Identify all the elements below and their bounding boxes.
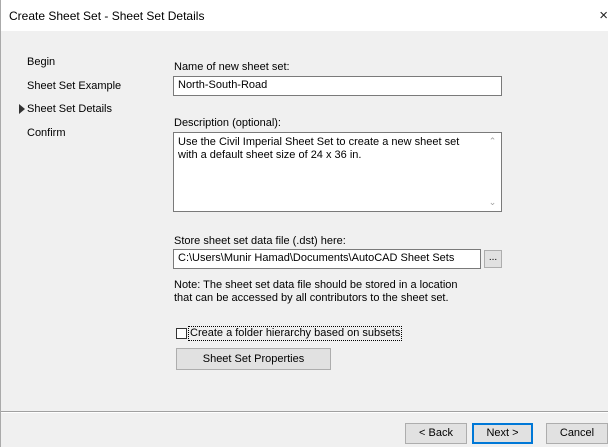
window-title: Create Sheet Set - Sheet Set Details	[9, 9, 205, 23]
sheet-set-name-label: Name of new sheet set:	[174, 61, 290, 73]
sheet-set-name-input[interactable]: North-South-Road	[173, 76, 502, 96]
store-location-input[interactable]: C:\Users\Munir Hamad\Documents\AutoCAD S…	[173, 249, 481, 269]
description-label: Description (optional):	[174, 117, 281, 129]
next-button[interactable]: Next >	[472, 423, 533, 444]
triangle-right-icon	[19, 104, 25, 114]
step-confirm: Confirm	[27, 127, 66, 139]
folder-hierarchy-label[interactable]: Create a folder hierarchy based on subse…	[188, 326, 403, 341]
step-begin: Begin	[27, 56, 56, 68]
browse-button[interactable]: ...	[484, 250, 502, 268]
cancel-button[interactable]: Cancel	[546, 423, 608, 444]
create-sheet-set-dialog: Create Sheet Set - Sheet Set Details × B…	[0, 0, 608, 447]
close-icon[interactable]: ×	[590, 0, 608, 31]
chevron-up-icon[interactable]: ⌃	[484, 133, 501, 150]
store-location-label: Store sheet set data file (.dst) here:	[174, 235, 346, 247]
storage-note: Note: The sheet set data file should be …	[174, 279, 458, 304]
back-button[interactable]: < Back	[405, 423, 467, 444]
chevron-down-icon[interactable]: ⌄	[484, 194, 501, 211]
step-sheet-set-details: Sheet Set Details	[27, 103, 112, 115]
sheet-set-properties-button[interactable]: Sheet Set Properties	[176, 348, 331, 370]
footer-divider	[1, 411, 608, 413]
description-text: Use the Civil Imperial Sheet Set to crea…	[178, 136, 460, 161]
folder-hierarchy-checkbox[interactable]	[176, 328, 187, 339]
title-bar: Create Sheet Set - Sheet Set Details ×	[1, 0, 608, 31]
step-sheet-set-example: Sheet Set Example	[27, 80, 122, 92]
description-scrollbar[interactable]: ⌃ ⌄	[484, 133, 501, 211]
description-textarea[interactable]: Use the Civil Imperial Sheet Set to crea…	[173, 132, 502, 212]
